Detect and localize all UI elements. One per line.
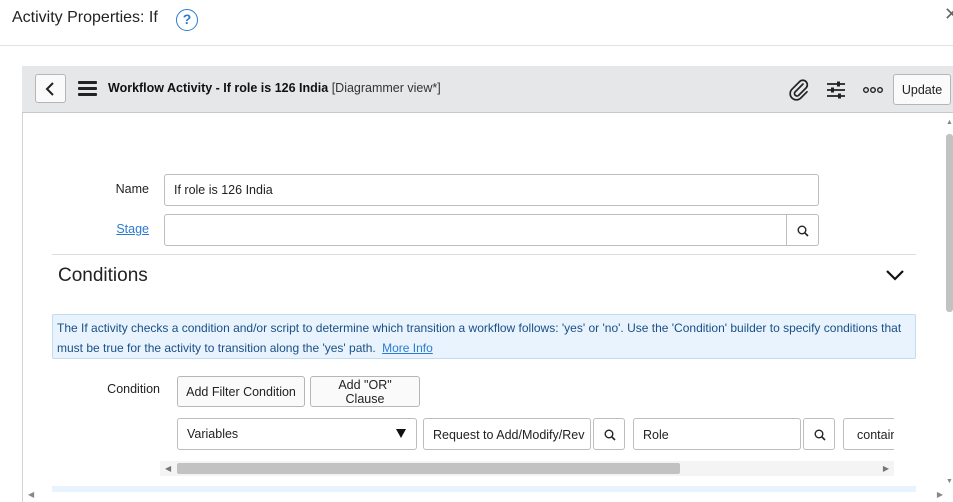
table-select[interactable]: Variables (177, 418, 417, 450)
add-or-clause-button[interactable]: Add "OR" Clause (310, 376, 420, 407)
scroll-down-icon[interactable]: ▼ (946, 478, 953, 485)
operator-field[interactable]: contains (843, 418, 894, 450)
search-icon (797, 225, 809, 237)
chevron-down-icon[interactable] (884, 266, 906, 284)
table-select-value: Variables (187, 427, 239, 441)
condition-horizontal-scrollbar[interactable]: ◀ ▶ (160, 461, 894, 476)
sliders-icon[interactable] (824, 78, 848, 102)
vertical-scroll-thumb[interactable] (946, 134, 953, 312)
record-title-main: Workflow Activity - If role is 126 India (108, 81, 329, 95)
close-icon[interactable]: ✕ (944, 4, 953, 25)
hamburger-icon[interactable] (78, 81, 97, 96)
caret-down-icon (396, 429, 406, 438)
help-icon[interactable]: ? (176, 9, 198, 31)
update-button[interactable]: Update (893, 74, 951, 105)
vertical-scrollbar[interactable]: ▲ ▼ (945, 117, 953, 487)
name-input[interactable] (164, 174, 819, 206)
back-icon (45, 82, 54, 96)
dialog-header: Activity Properties: If ? ✕ (0, 0, 953, 46)
record-title: Workflow Activity - If role is 126 India… (108, 81, 441, 95)
variable-search-button[interactable] (593, 418, 625, 450)
more-info-link[interactable]: More Info (382, 341, 433, 355)
info-text: The If activity checks a condition and/o… (57, 321, 902, 355)
search-icon (814, 429, 826, 441)
role-search-button[interactable] (803, 418, 835, 450)
form-toolbar: Workflow Activity - If role is 126 India… (22, 66, 953, 113)
horizontal-scroll-thumb[interactable] (177, 463, 680, 474)
name-label: Name (115, 182, 149, 196)
condition-label: Condition (107, 382, 160, 396)
search-icon (604, 429, 616, 441)
add-filter-condition-button[interactable]: Add Filter Condition (177, 376, 305, 407)
section-divider (52, 254, 916, 255)
more-icon[interactable] (861, 78, 885, 102)
paperclip-icon[interactable] (787, 78, 811, 102)
record-view-suffix: [Diagrammer view*] (331, 81, 441, 95)
scroll-right-icon[interactable]: ▶ (883, 464, 889, 473)
stage-lookup-button[interactable] (786, 214, 819, 246)
conditions-info-box: The If activity checks a condition and/o… (52, 314, 916, 359)
scroll-up-icon[interactable]: ▲ (946, 119, 953, 126)
stage-label-link[interactable]: Stage (100, 222, 149, 236)
dialog-title: Activity Properties: If (12, 9, 158, 26)
back-button[interactable] (35, 74, 66, 103)
page-horizontal-scrollbar[interactable]: ◀ ▶ (22, 490, 945, 502)
role-field[interactable]: Role (633, 418, 801, 450)
scroll-left-icon[interactable]: ◀ (165, 464, 171, 473)
page-scroll-right-icon[interactable]: ▶ (937, 490, 943, 499)
stage-input[interactable] (164, 214, 787, 246)
page-scroll-left-icon[interactable]: ◀ (28, 490, 34, 499)
conditions-section-title: Conditions (58, 265, 148, 286)
variable-field[interactable]: Request to Add/Modify/Rev (423, 418, 591, 450)
